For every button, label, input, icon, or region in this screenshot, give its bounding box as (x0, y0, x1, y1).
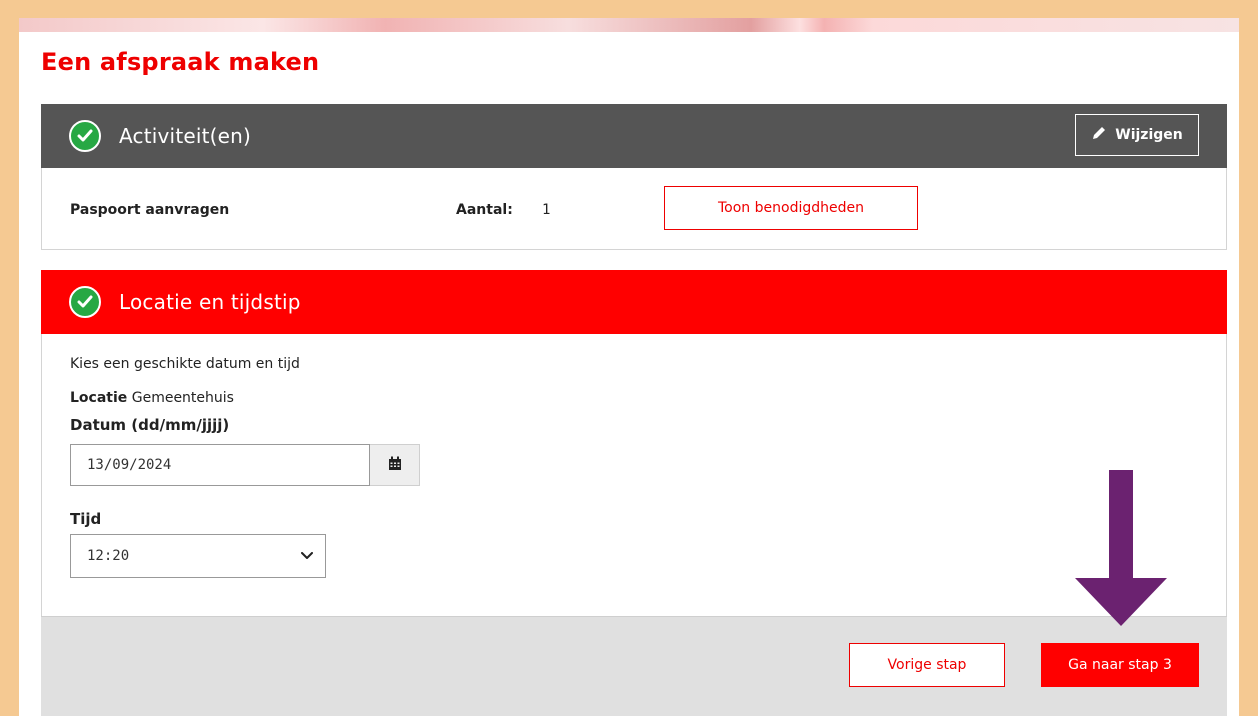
location-panel-body: Kies een geschikte datum en tijd Locatie… (41, 334, 1227, 616)
location-value: Gemeentehuis (131, 390, 234, 406)
pencil-icon (1091, 125, 1107, 145)
time-select[interactable]: 12:20 (70, 534, 326, 578)
arrow-down-icon (1075, 470, 1167, 626)
check-circle-icon (69, 286, 101, 318)
activity-panel-body: Paspoort aanvragen Aantal: 1 Toon benodi… (41, 168, 1227, 250)
edit-activity-button[interactable]: Wijzigen (1075, 114, 1199, 156)
check-circle-icon (69, 120, 101, 152)
step-navigation-bar: Vorige stap Ga naar stap 3 (41, 616, 1227, 716)
activity-name: Paspoort aanvragen (70, 202, 230, 218)
count-value: 1 (542, 202, 551, 218)
location-label: Locatie (70, 390, 128, 406)
next-step-button[interactable]: Ga naar stap 3 (1041, 643, 1199, 687)
time-label: Tijd (70, 510, 102, 528)
previous-step-button[interactable]: Vorige stap (849, 643, 1005, 687)
header-banner-strip (19, 18, 1239, 32)
page-frame: Een afspraak maken Activiteit(en) Wijzig… (19, 18, 1239, 716)
show-requirements-button[interactable]: Toon benodigdheden (664, 186, 918, 230)
location-line: Locatie Gemeentehuis (70, 390, 234, 406)
date-input[interactable]: 13/09/2024 (70, 444, 370, 486)
location-panel-header: Locatie en tijdstip (41, 270, 1227, 334)
calendar-icon (388, 456, 402, 475)
activity-panel-header: Activiteit(en) Wijzigen (41, 104, 1227, 168)
calendar-button[interactable] (370, 444, 420, 486)
time-select-value: 12:20 (87, 548, 130, 564)
chevron-down-icon (301, 548, 313, 564)
date-label: Datum (dd/mm/jjjj) (70, 416, 230, 434)
edit-button-label: Wijzigen (1115, 127, 1183, 143)
location-panel-title: Locatie en tijdstip (119, 290, 301, 314)
activity-panel-title: Activiteit(en) (119, 124, 252, 148)
count-label: Aantal: (456, 202, 513, 218)
instruction-text: Kies een geschikte datum en tijd (70, 356, 300, 372)
page-title: Een afspraak maken (41, 48, 320, 76)
